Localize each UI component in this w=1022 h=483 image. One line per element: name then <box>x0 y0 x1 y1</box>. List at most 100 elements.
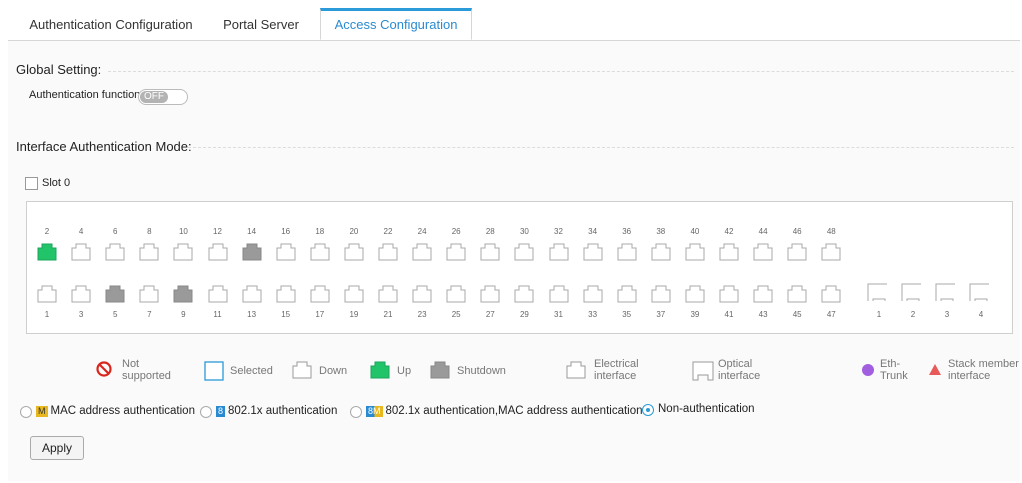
port-number-27: 27 <box>485 310 495 319</box>
port-7[interactable] <box>139 285 159 303</box>
legend-electrical-interface: Electrical interface <box>594 358 639 382</box>
port-13[interactable] <box>242 285 262 303</box>
port-number-37: 37 <box>656 310 666 319</box>
port-21[interactable] <box>378 285 398 303</box>
port-23[interactable] <box>412 285 432 303</box>
port-35[interactable] <box>617 285 637 303</box>
port-15[interactable] <box>276 285 296 303</box>
port-number-7: 7 <box>147 310 152 319</box>
down-port-icon <box>292 361 312 379</box>
port-5[interactable] <box>105 285 125 303</box>
port-46[interactable] <box>787 243 807 261</box>
port-number-21: 21 <box>383 310 393 319</box>
port-2[interactable] <box>37 243 57 261</box>
port-28[interactable] <box>480 243 500 261</box>
radio-mac-auth[interactable] <box>20 406 32 418</box>
apply-button[interactable]: Apply <box>30 436 84 460</box>
port-number-42: 42 <box>724 227 734 236</box>
port-30[interactable] <box>514 243 534 261</box>
port-number-28: 28 <box>485 227 495 236</box>
port-38[interactable] <box>651 243 671 261</box>
optical-interface-icon <box>692 361 714 381</box>
port-number-32: 32 <box>554 227 563 236</box>
port-number-10: 10 <box>178 227 188 236</box>
radio-8021x-auth[interactable] <box>200 406 212 418</box>
port-number-19: 19 <box>349 310 359 319</box>
label-8021x-auth[interactable]: 8 802.1x authentication <box>216 405 337 417</box>
port-29[interactable] <box>514 285 534 303</box>
port-6[interactable] <box>105 243 125 261</box>
auth-function-toggle[interactable]: OFF <box>138 89 188 105</box>
port-18[interactable] <box>310 243 330 261</box>
port-11[interactable] <box>208 285 228 303</box>
port-number-12: 12 <box>213 227 222 236</box>
port-24[interactable] <box>412 243 432 261</box>
optical-port-3[interactable] <box>935 283 955 301</box>
tab-portal-server[interactable]: Portal Server <box>213 8 309 40</box>
port-4[interactable] <box>71 243 91 261</box>
port-20[interactable] <box>344 243 364 261</box>
port-3[interactable] <box>71 285 91 303</box>
port-number-2: 2 <box>44 227 50 236</box>
port-43[interactable] <box>753 285 773 303</box>
optical-port-number-3: 3 <box>944 310 950 319</box>
port-32[interactable] <box>549 243 569 261</box>
legend-selected: Selected <box>230 365 273 377</box>
legend-optical-interface: Optical interface <box>718 358 761 382</box>
up-port-icon <box>370 361 390 379</box>
port-34[interactable] <box>583 243 603 261</box>
port-number-39: 39 <box>690 310 700 319</box>
port-14[interactable] <box>242 243 262 261</box>
port-33[interactable] <box>583 285 603 303</box>
port-number-13: 13 <box>247 310 257 319</box>
port-48[interactable] <box>821 243 841 261</box>
optical-port-4[interactable] <box>969 283 989 301</box>
port-9[interactable] <box>173 285 193 303</box>
mac-badge-icon: M <box>36 406 48 417</box>
port-26[interactable] <box>446 243 466 261</box>
slot-checkbox[interactable] <box>25 177 38 190</box>
section-divider <box>188 147 1014 148</box>
port-number-29: 29 <box>519 310 529 319</box>
port-42[interactable] <box>719 243 739 261</box>
port-number-26: 26 <box>451 227 461 236</box>
optical-port-1[interactable] <box>867 283 887 301</box>
port-37[interactable] <box>651 285 671 303</box>
label-8021x-mac-auth[interactable]: 8M 802.1x authentication,MAC address auth… <box>366 405 643 417</box>
radio-8021x-mac-auth[interactable] <box>350 406 362 418</box>
not-supported-icon <box>96 361 112 377</box>
port-36[interactable] <box>617 243 637 261</box>
8021x-auth-text: 802.1x authentication <box>228 405 338 417</box>
port-1[interactable] <box>37 285 57 303</box>
eth-trunk-icon <box>862 364 874 376</box>
port-44[interactable] <box>753 243 773 261</box>
port-47[interactable] <box>821 285 841 303</box>
port-16[interactable] <box>276 243 296 261</box>
label-mac-auth[interactable]: M MAC address authentication <box>36 405 195 417</box>
port-number-40: 40 <box>690 227 700 236</box>
port-8[interactable] <box>139 243 159 261</box>
port-45[interactable] <box>787 285 807 303</box>
port-number-48: 48 <box>826 227 836 236</box>
port-39[interactable] <box>685 285 705 303</box>
port-25[interactable] <box>446 285 466 303</box>
port-27[interactable] <box>480 285 500 303</box>
port-40[interactable] <box>685 243 705 261</box>
legend-stack-member: Stack member interface <box>948 358 1019 382</box>
port-41[interactable] <box>719 285 739 303</box>
optical-port-2[interactable] <box>901 283 921 301</box>
port-10[interactable] <box>173 243 193 261</box>
tab-access-configuration[interactable]: Access Configuration <box>320 8 472 40</box>
electrical-interface-icon <box>566 361 586 379</box>
tab-authentication-configuration[interactable]: Authentication Configuration <box>22 8 200 40</box>
stack-member-icon <box>929 364 941 375</box>
optical-port-number-4: 4 <box>978 310 984 319</box>
port-12[interactable] <box>208 243 228 261</box>
port-19[interactable] <box>344 285 364 303</box>
radio-non-auth[interactable] <box>642 404 654 416</box>
port-22[interactable] <box>378 243 398 261</box>
label-non-auth[interactable]: Non-authentication <box>658 403 755 415</box>
port-31[interactable] <box>549 285 569 303</box>
port-17[interactable] <box>310 285 330 303</box>
port-number-38: 38 <box>656 227 666 236</box>
